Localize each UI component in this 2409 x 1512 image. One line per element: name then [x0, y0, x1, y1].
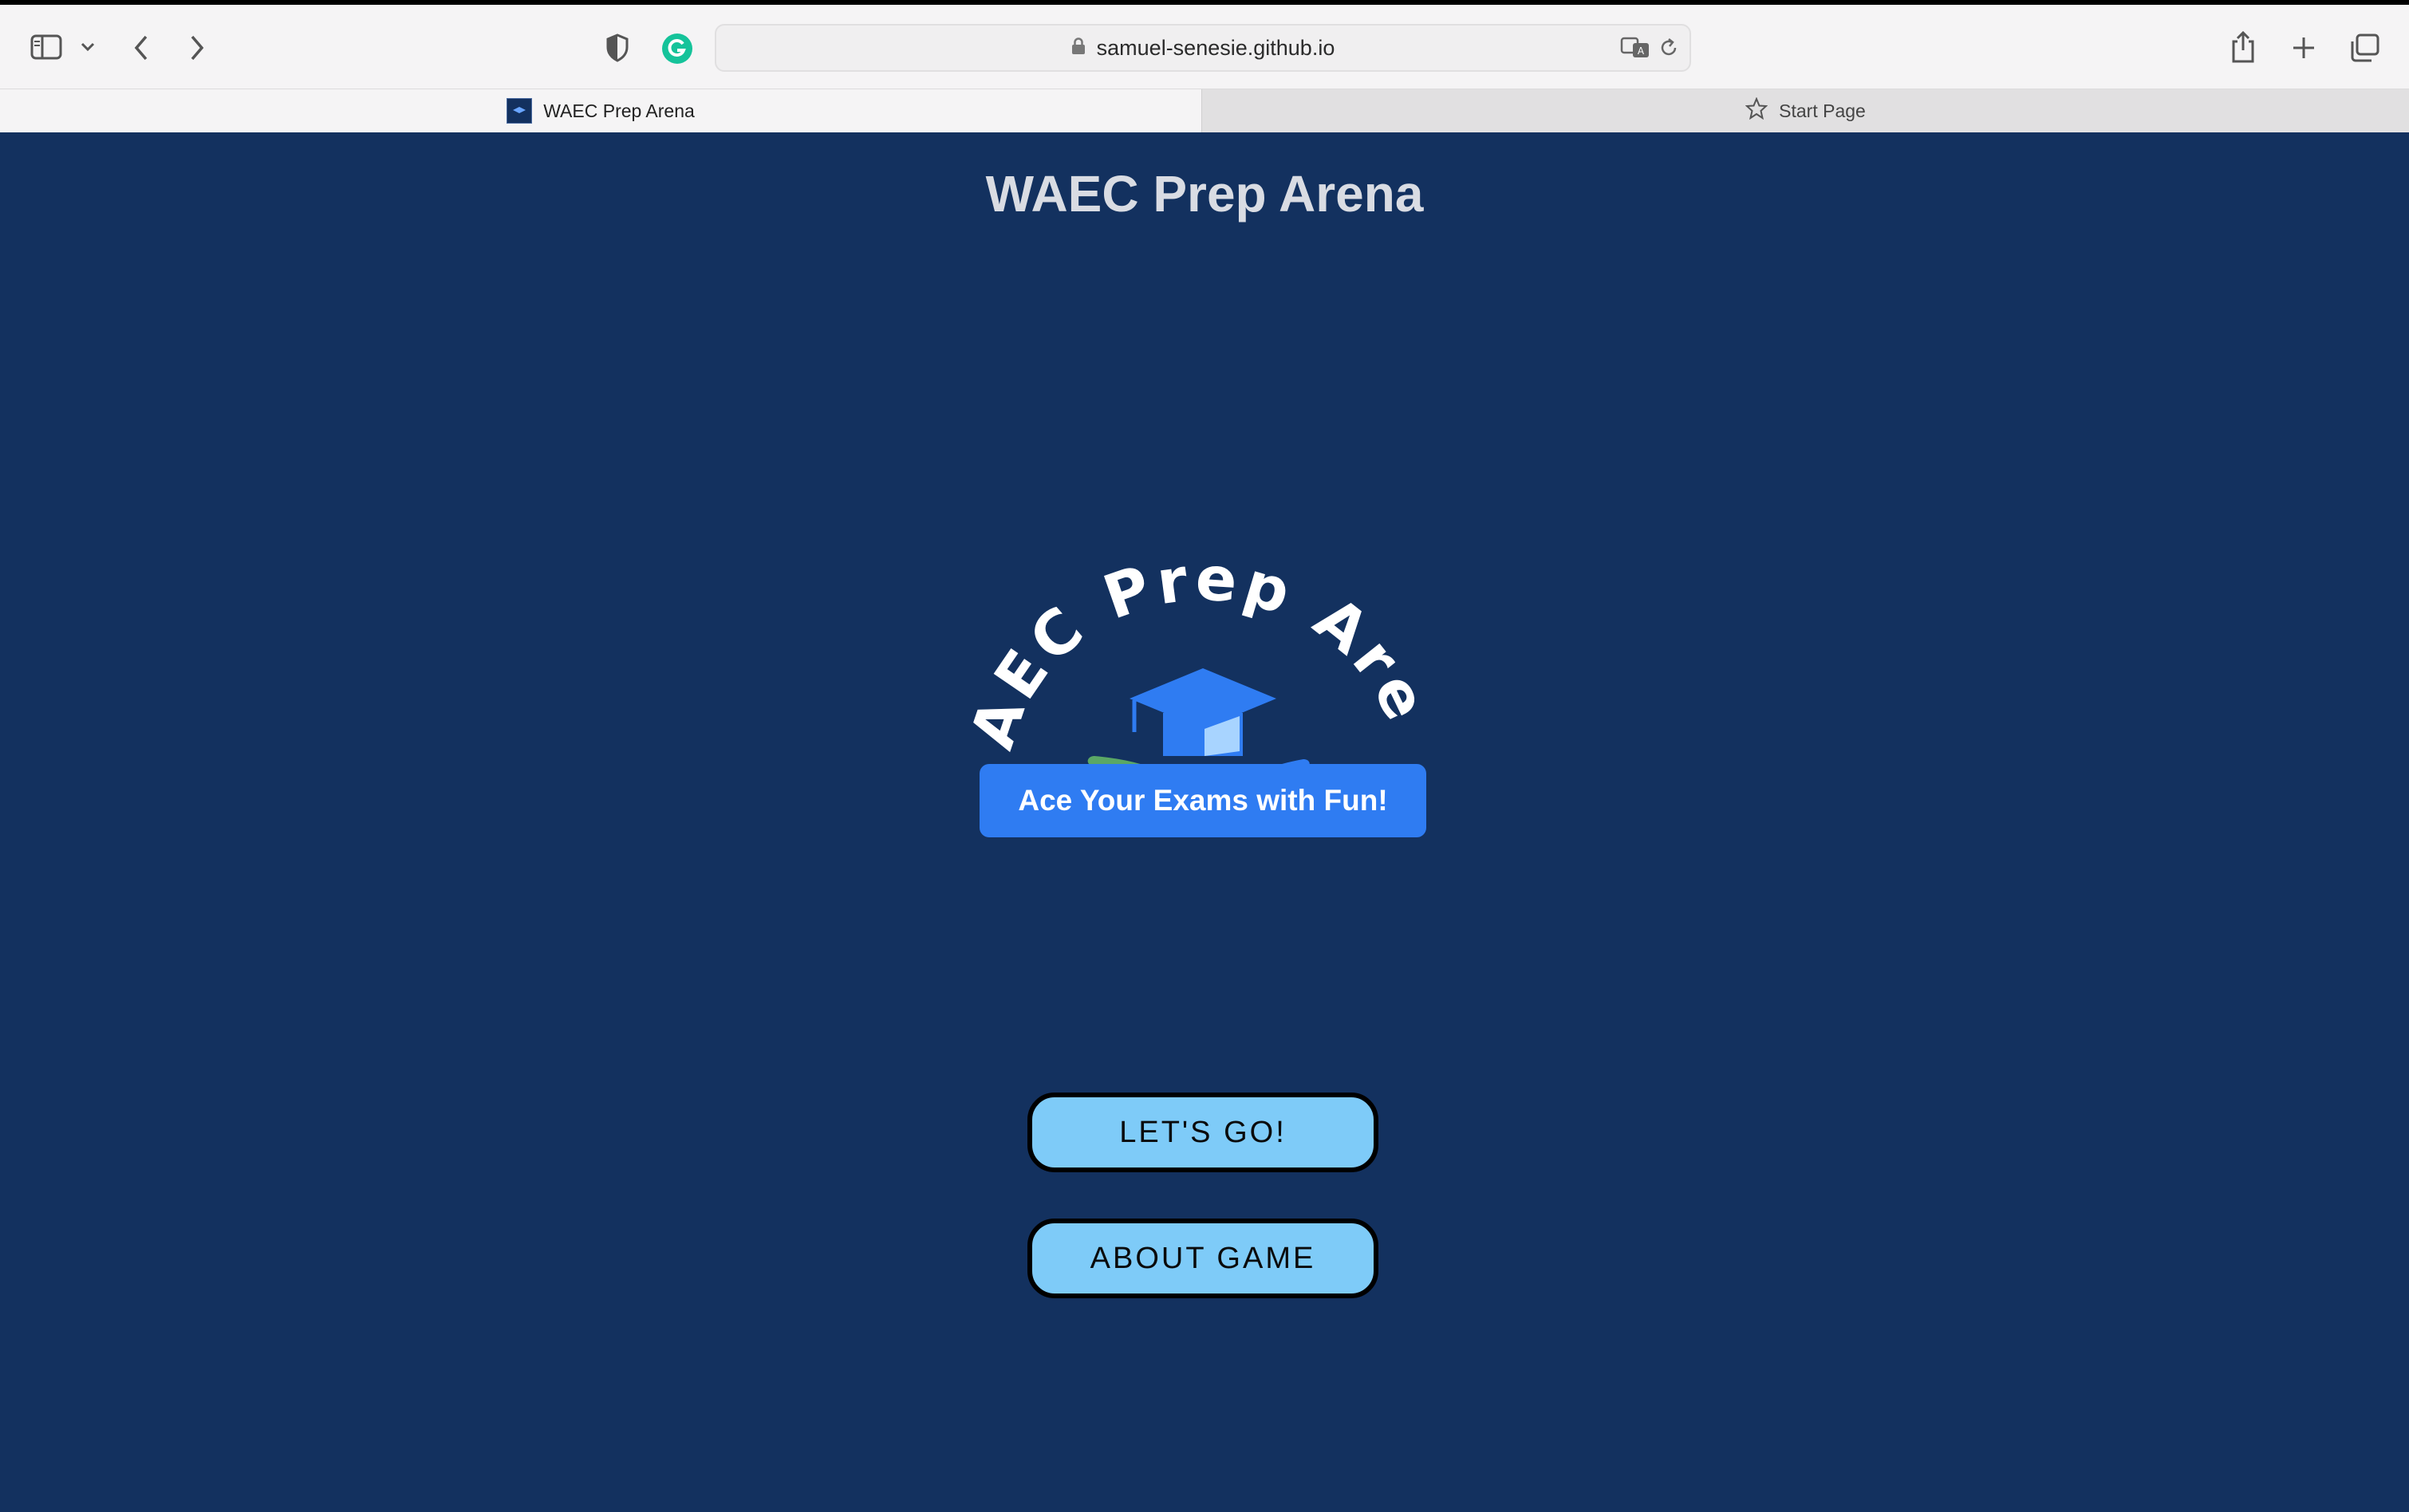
tab-label: WAEC Prep Arena — [543, 100, 695, 121]
tab-bar: WAEC Prep Arena Start Page — [0, 89, 2409, 132]
chevron-down-icon[interactable] — [77, 37, 99, 57]
translate-icon[interactable]: A — [1619, 33, 1651, 62]
page-content: WAEC Prep Arena WAEC Prep Arena Ace — [0, 132, 2409, 1512]
new-tab-icon[interactable] — [2288, 32, 2320, 64]
address-bar[interactable]: samuel-senesie.github.io A — [715, 24, 1691, 72]
graduation-cap-icon — [1130, 668, 1276, 756]
about-game-button[interactable]: ABOUT GAME — [1027, 1219, 1378, 1298]
reload-icon[interactable] — [1656, 35, 1682, 61]
lock-icon — [1071, 36, 1086, 61]
tagline-banner: Ace Your Exams with Fun! — [980, 764, 1426, 837]
tab-start-page[interactable]: Start Page — [1201, 89, 2409, 132]
url-text: samuel-senesie.github.io — [1096, 35, 1335, 60]
tab-label: Start Page — [1779, 100, 1866, 121]
lets-go-button[interactable]: LET'S GO! — [1027, 1093, 1378, 1172]
privacy-shield-icon[interactable] — [603, 32, 632, 64]
star-icon — [1745, 96, 1768, 124]
browser-toolbar: samuel-senesie.github.io A — [0, 5, 2409, 89]
tab-waec-prep-arena[interactable]: WAEC Prep Arena — [0, 89, 1201, 132]
page-title: WAEC Prep Arena — [985, 165, 1424, 222]
grammarly-extension-icon[interactable] — [660, 32, 694, 65]
svg-text:A: A — [1638, 45, 1645, 57]
forward-icon[interactable] — [183, 32, 211, 64]
back-icon[interactable] — [128, 32, 155, 64]
tab-overview-icon[interactable] — [2347, 30, 2382, 65]
share-icon[interactable] — [2229, 29, 2257, 65]
site-favicon — [507, 98, 533, 124]
sidebar-toggle-icon[interactable] — [29, 30, 64, 64]
